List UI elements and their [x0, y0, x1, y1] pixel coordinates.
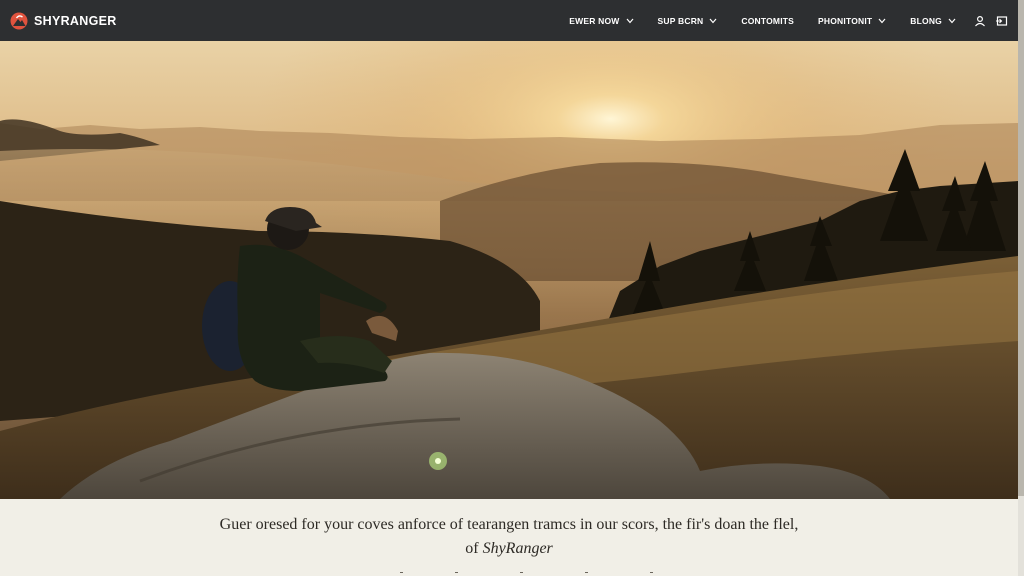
login-icon[interactable] [996, 15, 1008, 27]
caption-brand-name: ShyRanger [482, 540, 553, 557]
nav-item-label: EWER NOW [569, 15, 620, 26]
brand-logo-icon [10, 12, 28, 29]
chevron-down-icon [709, 18, 717, 23]
nav-item-blong[interactable]: BLONG [910, 16, 956, 26]
main-nav: EWER NOW SUP BCRN CONTOMITS PHONITONIT B… [569, 0, 1008, 41]
caption-attribution-prefix: of [465, 540, 483, 557]
nav-icons [974, 15, 1008, 27]
nav-item-label: BLONG [910, 15, 942, 26]
caption-section: Guer oresed for your coves anforce of te… [0, 499, 1018, 576]
nav-item-label: SUP BCRN [657, 15, 704, 26]
hero-image [0, 41, 1018, 499]
user-icon[interactable] [974, 15, 986, 27]
caption-text: Guer oresed for your coves anforce of te… [219, 516, 799, 533]
nav-item-contomits[interactable]: CONTOMITS [741, 16, 794, 26]
chevron-down-icon [626, 18, 633, 23]
caption-attribution: of ShyRanger [0, 540, 1018, 558]
scrollbar-thumb[interactable] [1018, 0, 1024, 496]
chevron-down-icon [878, 18, 886, 23]
hiker-sunrise-photo [0, 41, 1018, 499]
nav-item-label: CONTOMITS [741, 15, 795, 26]
nav-item-phonitonit[interactable]: PHONITONIT [818, 16, 886, 26]
nav-item-sup-bcrn[interactable]: SUP BCRN [658, 16, 718, 26]
brand-name: SHYRANGER [34, 13, 117, 28]
chevron-down-icon [948, 18, 956, 23]
top-navbar: SHYRANGER EWER NOW SUP BCRN CONTOMITS PH… [0, 0, 1018, 41]
nav-item-ewer-now[interactable]: EWER NOW [569, 16, 633, 26]
brand[interactable]: SHYRANGER [10, 12, 117, 30]
caption-decoration [400, 572, 653, 573]
nav-item-label: PHONITONIT [818, 15, 873, 26]
scrollbar[interactable] [1018, 0, 1024, 576]
